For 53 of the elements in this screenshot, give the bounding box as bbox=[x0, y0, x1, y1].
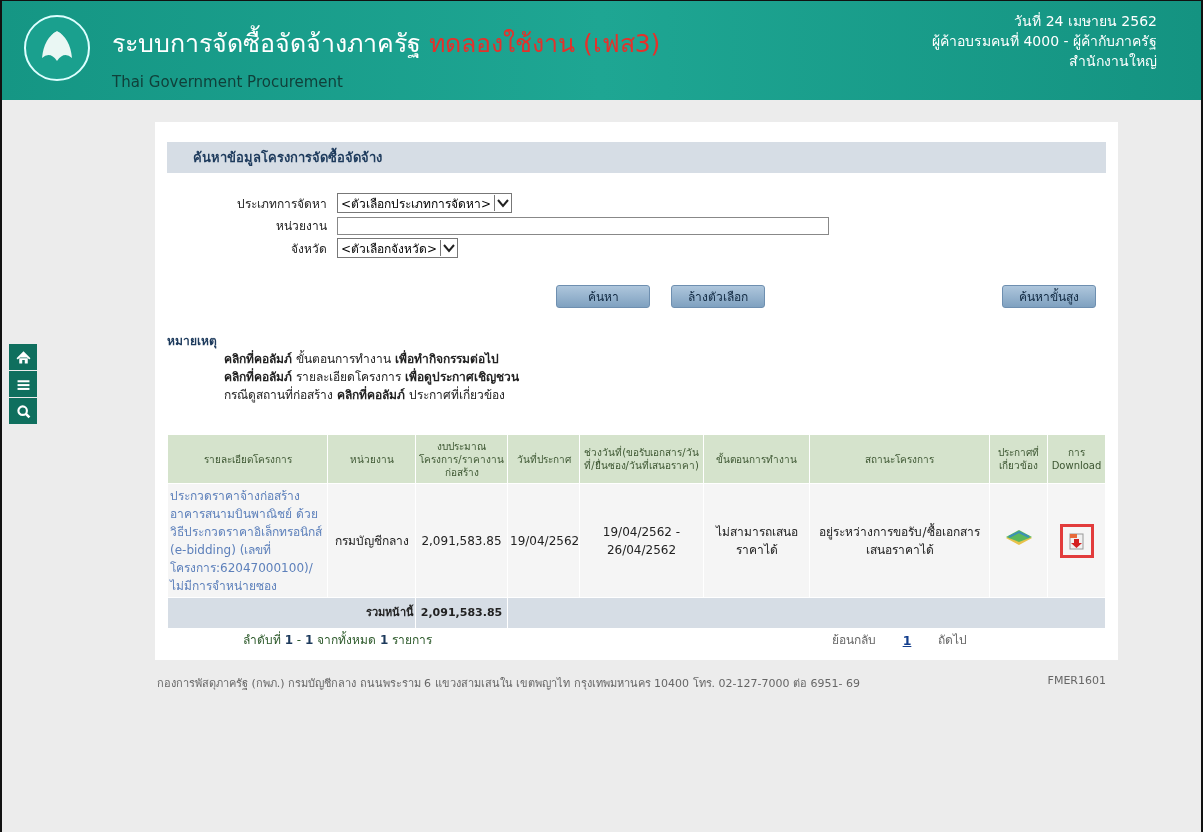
column-header[interactable]: การ Download bbox=[1047, 434, 1106, 484]
trial-label: ทดลองใช้งาน (เฟส3) bbox=[429, 28, 661, 60]
next-link[interactable]: ถัดไป bbox=[938, 631, 967, 649]
page-link[interactable]: 1 bbox=[902, 631, 912, 649]
page-code: FMER1601 bbox=[1047, 674, 1106, 689]
field-label: ประเภทการจัดหา bbox=[236, 195, 327, 213]
footer-address: กองการพัสดุภาครัฐ (กพภ.) กรมบัญชีกลาง ถนนพระราม 6 แขวงสามเสนใน เขตพญาไท กรุงเทพมหานคร 10400 โทร. 02-127-7000 ต่อ 6951- 69 bbox=[157, 676, 860, 692]
section-heading: ค้นหาข้อมูลโครงการจัดซื้อจัดจ้าง bbox=[167, 142, 1106, 173]
search-icon bbox=[14, 402, 32, 420]
download-icon bbox=[1068, 531, 1085, 550]
home-icon bbox=[14, 348, 32, 366]
download-button[interactable] bbox=[1059, 523, 1094, 558]
column-header[interactable]: วันที่ประกาศ bbox=[507, 434, 580, 484]
column-header[interactable]: ประกาศที่เกี่ยวข้อง bbox=[989, 434, 1048, 484]
table-cell: 2,091,583.85 bbox=[415, 483, 508, 598]
table-cell: อยู่ระหว่างการขอรับ/ซื้อเอกสารเสนอราคาได้ bbox=[809, 483, 990, 598]
search-button[interactable] bbox=[9, 398, 37, 424]
caret-icon bbox=[494, 195, 512, 211]
table-cell: ไม่สามารถเสนอราคาได้ bbox=[703, 483, 810, 598]
emblem-icon bbox=[22, 13, 92, 83]
prev-link[interactable]: ย้อนกลับ bbox=[832, 631, 876, 649]
remark-line: คลิกที่คอลัมภ์ รายละเอียดโครงการ เพื่อดูประกาศเชิญชวน bbox=[223, 368, 520, 386]
advanced-search-button[interactable]: ค้นหาขั้นสูง bbox=[1002, 285, 1096, 308]
remarks-heading: หมายเหตุ bbox=[167, 333, 218, 350]
table-cell: 19/04/2562 bbox=[507, 483, 580, 598]
column-header[interactable]: งบประมาณโครงการ/ราคางานก่อสร้าง bbox=[415, 434, 508, 484]
remark-line: คลิกที่คอลัมภ์ ขั้นตอนการทำงาน เพื่อทำกิจกรรมต่อไป bbox=[223, 350, 500, 368]
menu-button[interactable] bbox=[9, 371, 37, 397]
field-label: หน่วยงาน bbox=[275, 218, 327, 235]
total-value: 2,091,583.85 bbox=[415, 597, 508, 629]
clear-button[interactable]: ล้างตัวเลือก bbox=[671, 285, 765, 308]
dropdown[interactable]: <ตัวเลือกประเภทการจัดหา> bbox=[337, 193, 513, 213]
caret-icon bbox=[440, 240, 458, 256]
home-button[interactable] bbox=[9, 344, 37, 370]
user-text: ผู้ค้าอบรมคนที่ 4000 - ผู้ค้ากับภาครัฐ bbox=[931, 31, 1157, 51]
column-header[interactable]: รายละเอียดโครงการ bbox=[167, 434, 328, 484]
system-title: ระบบการจัดซื้อจัดจ้างภาครัฐ bbox=[112, 23, 421, 63]
table-cell: กรมบัญชีกลาง bbox=[327, 483, 416, 598]
field-label: จังหวัด bbox=[290, 240, 327, 258]
column-header[interactable]: หน่วยงาน bbox=[327, 434, 416, 484]
column-header[interactable]: ขั้นตอนการทำงาน bbox=[703, 434, 810, 484]
date-text: วันที่ 24 เมษายน 2562 bbox=[1013, 11, 1157, 31]
search-button[interactable]: ค้นหา bbox=[556, 285, 650, 308]
column-header[interactable]: สถานะโครงการ bbox=[809, 434, 990, 484]
system-subtitle: Thai Government Procurement bbox=[112, 73, 344, 91]
column-header[interactable]: ช่วงวันที่(ขอรับเอกสาร/วันที่/ยื่นซอง/วันที่เสนอราคา) bbox=[579, 434, 704, 484]
total-label: รวมหน้านี้ bbox=[167, 597, 416, 629]
project-link[interactable]: ประกวดราคาจ้างก่อสร้างอาคารสนามบินพาณิชย์ ด้วยวิธีประกวดราคาอิเล็กทรอนิกส์ (e-bidding) (เลขที่โครงการ:62047000100)/ไม่มีการจำหน่ายซอง bbox=[167, 483, 328, 598]
remark-line: กรณีดูสถานที่ก่อสร้าง คลิกที่คอลัมภ์ ประกาศที่เกี่ยวข้อง bbox=[223, 386, 506, 404]
office-text: สำนักงานใหญ่ bbox=[1068, 52, 1157, 71]
input-field[interactable] bbox=[337, 216, 829, 235]
dropdown[interactable]: <ตัวเลือกจังหวัด> bbox=[337, 238, 459, 258]
table-cell: 19/04/2562 - 26/04/2562 bbox=[579, 483, 704, 598]
